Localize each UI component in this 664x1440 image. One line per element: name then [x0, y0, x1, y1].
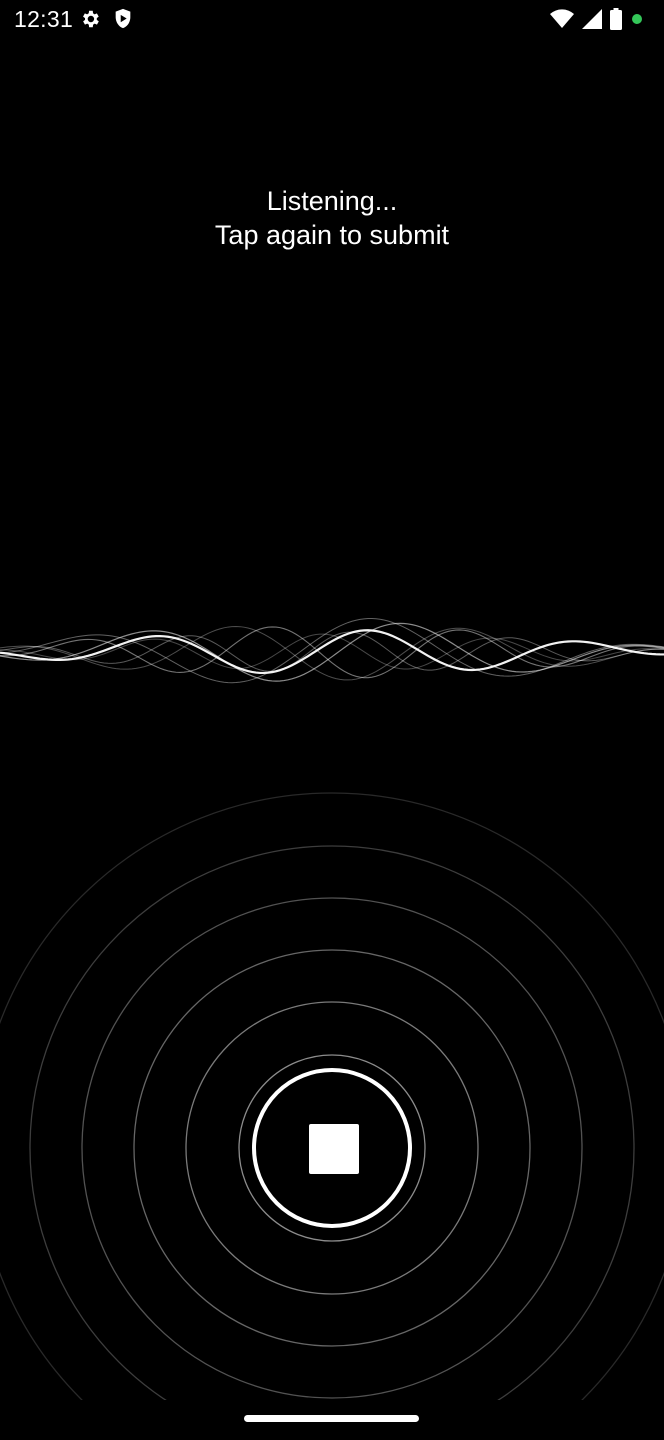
listening-status-text: Listening... — [266, 186, 398, 216]
status-time: 12:31 — [14, 6, 74, 32]
ring-fade — [0, 1400, 664, 1410]
home-indicator[interactable] — [244, 1415, 419, 1422]
stop-icon — [309, 1124, 359, 1174]
gear-icon — [79, 8, 101, 30]
status-right-icons — [550, 8, 644, 30]
battery-icon — [610, 8, 622, 30]
privacy-indicator-dot — [630, 12, 644, 26]
wifi-icon — [550, 9, 574, 29]
cellular-signal-icon — [582, 9, 602, 29]
status-bar: 12:31 — [0, 0, 664, 40]
stop-recording-button[interactable] — [252, 1068, 412, 1228]
waveform-line — [0, 618, 664, 684]
audio-waveform — [0, 618, 664, 684]
status-left-icons — [79, 8, 133, 30]
submit-hint-text: Tap again to submit — [214, 220, 450, 250]
shield-play-icon — [113, 8, 133, 30]
listening-prompt: Listening... Tap again to submit — [0, 184, 664, 252]
